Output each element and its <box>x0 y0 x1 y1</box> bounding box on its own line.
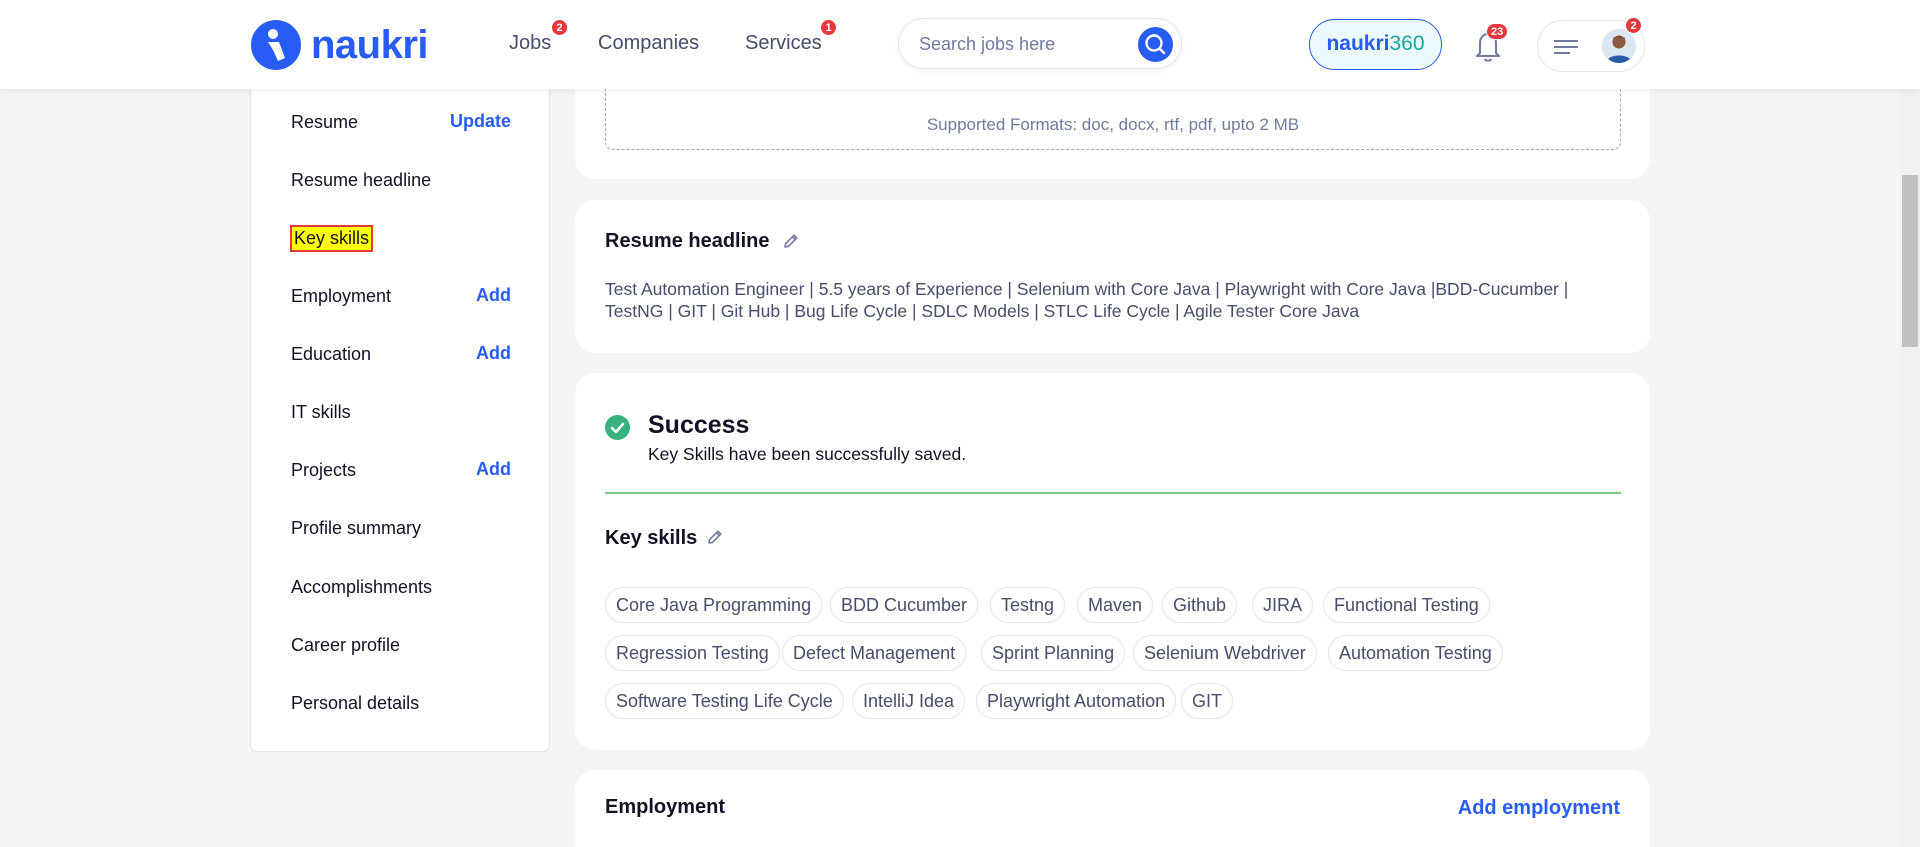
skill-chip: Testng <box>990 587 1066 623</box>
sidebar-item-profile-summary[interactable]: Profile summary <box>291 514 511 544</box>
skill-chip: JIRA <box>1252 587 1314 623</box>
resume-update-link[interactable]: Update <box>450 111 511 132</box>
sidebar-item-personal-details[interactable]: Personal details <box>291 689 511 719</box>
page-scrollbar[interactable] <box>1900 0 1920 847</box>
sidebar-item-education[interactable]: Education Add <box>291 340 511 370</box>
employment-card: Employment Add employment <box>575 770 1650 847</box>
logo-text: naukri <box>311 22 429 67</box>
skill-chip: BDD Cucumber <box>830 587 979 623</box>
sidebar-item-resume-headline[interactable]: Resume headline <box>291 166 511 196</box>
key-skills-card: Success Key Skills have been successfull… <box>575 373 1650 750</box>
avatar <box>1602 29 1636 63</box>
employment-add-link[interactable]: Add <box>476 285 511 306</box>
naukri360-button[interactable]: naukri360 <box>1309 19 1442 70</box>
resume-headline-title: Resume headline <box>605 230 770 252</box>
profile-menu-button[interactable]: 2 <box>1537 17 1645 72</box>
menu-badge: 2 <box>1625 17 1642 34</box>
skill-chip: Core Java Programming <box>605 587 823 623</box>
sidebar-item-label: Education <box>291 344 372 364</box>
sidebar-item-label: Accomplishments <box>291 577 433 597</box>
search-button[interactable] <box>1138 27 1173 62</box>
sidebar-item-label: Career profile <box>291 635 401 655</box>
sidebar-item-label: Employment <box>291 286 392 306</box>
skill-chip: Maven <box>1077 587 1154 623</box>
skill-chip: Software Testing Life Cycle <box>605 683 844 719</box>
services-badge: 1 <box>820 19 837 36</box>
sidebar-item-key-skills[interactable]: Key skills <box>290 224 511 254</box>
add-employment-link[interactable]: Add employment <box>1458 797 1620 820</box>
sidebar-item-career-profile[interactable]: Career profile <box>291 631 511 661</box>
search-input[interactable] <box>919 31 1119 57</box>
hamburger-icon <box>1554 40 1578 54</box>
skill-chip: IntelliJ Idea <box>852 683 966 719</box>
skill-chip: Automation Testing <box>1328 635 1503 671</box>
edit-pencil-icon[interactable] <box>706 528 724 546</box>
naukri-logo-icon <box>251 20 301 70</box>
jobs-badge: 2 <box>551 19 568 36</box>
nav-services[interactable]: Services 1 <box>745 19 837 55</box>
nav-jobs-label: Jobs <box>509 32 552 54</box>
search-icon <box>1145 34 1166 55</box>
skill-chip: GIT <box>1181 683 1233 719</box>
scrollbar-thumb[interactable] <box>1902 175 1918 347</box>
sidebar-item-label: Projects <box>291 460 357 480</box>
notifications-button[interactable]: 23 <box>1470 23 1509 64</box>
quick-links-sidebar: Resume Update Resume headline Key skills… <box>250 60 550 752</box>
skill-chip: Functional Testing <box>1323 587 1490 623</box>
search-bar <box>898 18 1182 69</box>
skill-chip: Regression Testing <box>605 635 780 671</box>
sidebar-item-projects[interactable]: Projects Add <box>291 456 511 486</box>
education-add-link[interactable]: Add <box>476 343 511 364</box>
notification-badge: 23 <box>1486 23 1509 40</box>
skill-chip: Github <box>1162 587 1238 623</box>
nav-companies-label: Companies <box>598 32 700 54</box>
key-skills-title: Key skills <box>605 527 698 549</box>
sidebar-item-label: IT skills <box>291 402 351 422</box>
naukri-logo[interactable]: naukri <box>251 20 429 70</box>
resume-headline-card: Resume headline Test Automation Engineer… <box>575 200 1650 353</box>
naukri360-number: 360 <box>1389 32 1425 55</box>
nav-services-label: Services <box>745 32 822 54</box>
sidebar-item-it-skills[interactable]: IT skills <box>291 398 511 428</box>
supported-formats-text: Supported Formats: doc, docx, rtf, pdf, … <box>926 115 1300 134</box>
sidebar-item-accomplishments[interactable]: Accomplishments <box>291 573 511 603</box>
nav-jobs[interactable]: Jobs 2 <box>509 19 568 55</box>
success-divider <box>605 492 1621 494</box>
sidebar-item-label: Key skills <box>290 225 374 252</box>
resume-headline-text: Test Automation Engineer | 5.5 years of … <box>605 279 1569 321</box>
nav-companies[interactable]: Companies <box>598 32 699 55</box>
sidebar-item-label: Profile summary <box>291 518 422 538</box>
skill-chip: Sprint Planning <box>981 635 1126 671</box>
success-message: Key Skills have been successfully saved. <box>648 444 967 464</box>
employment-title: Employment <box>605 796 726 818</box>
naukri360-text: naukri <box>1326 32 1390 55</box>
success-title: Success <box>648 411 750 439</box>
sidebar-item-label: Resume headline <box>291 170 432 190</box>
projects-add-link[interactable]: Add <box>476 459 511 480</box>
sidebar-item-resume[interactable]: Resume Update <box>291 108 511 138</box>
skill-chip: Playwright Automation <box>976 683 1177 719</box>
success-check-icon <box>605 415 630 440</box>
edit-pencil-icon[interactable] <box>782 232 800 250</box>
sidebar-item-label: Resume <box>291 112 359 132</box>
top-header: naukri Jobs 2 Companies Services 1 naukr… <box>0 0 1920 89</box>
skill-chip: Selenium Webdriver <box>1133 635 1317 671</box>
skill-chip: Defect Management <box>782 635 967 671</box>
sidebar-item-label: Personal details <box>291 693 420 713</box>
sidebar-item-employment[interactable]: Employment Add <box>291 282 511 312</box>
